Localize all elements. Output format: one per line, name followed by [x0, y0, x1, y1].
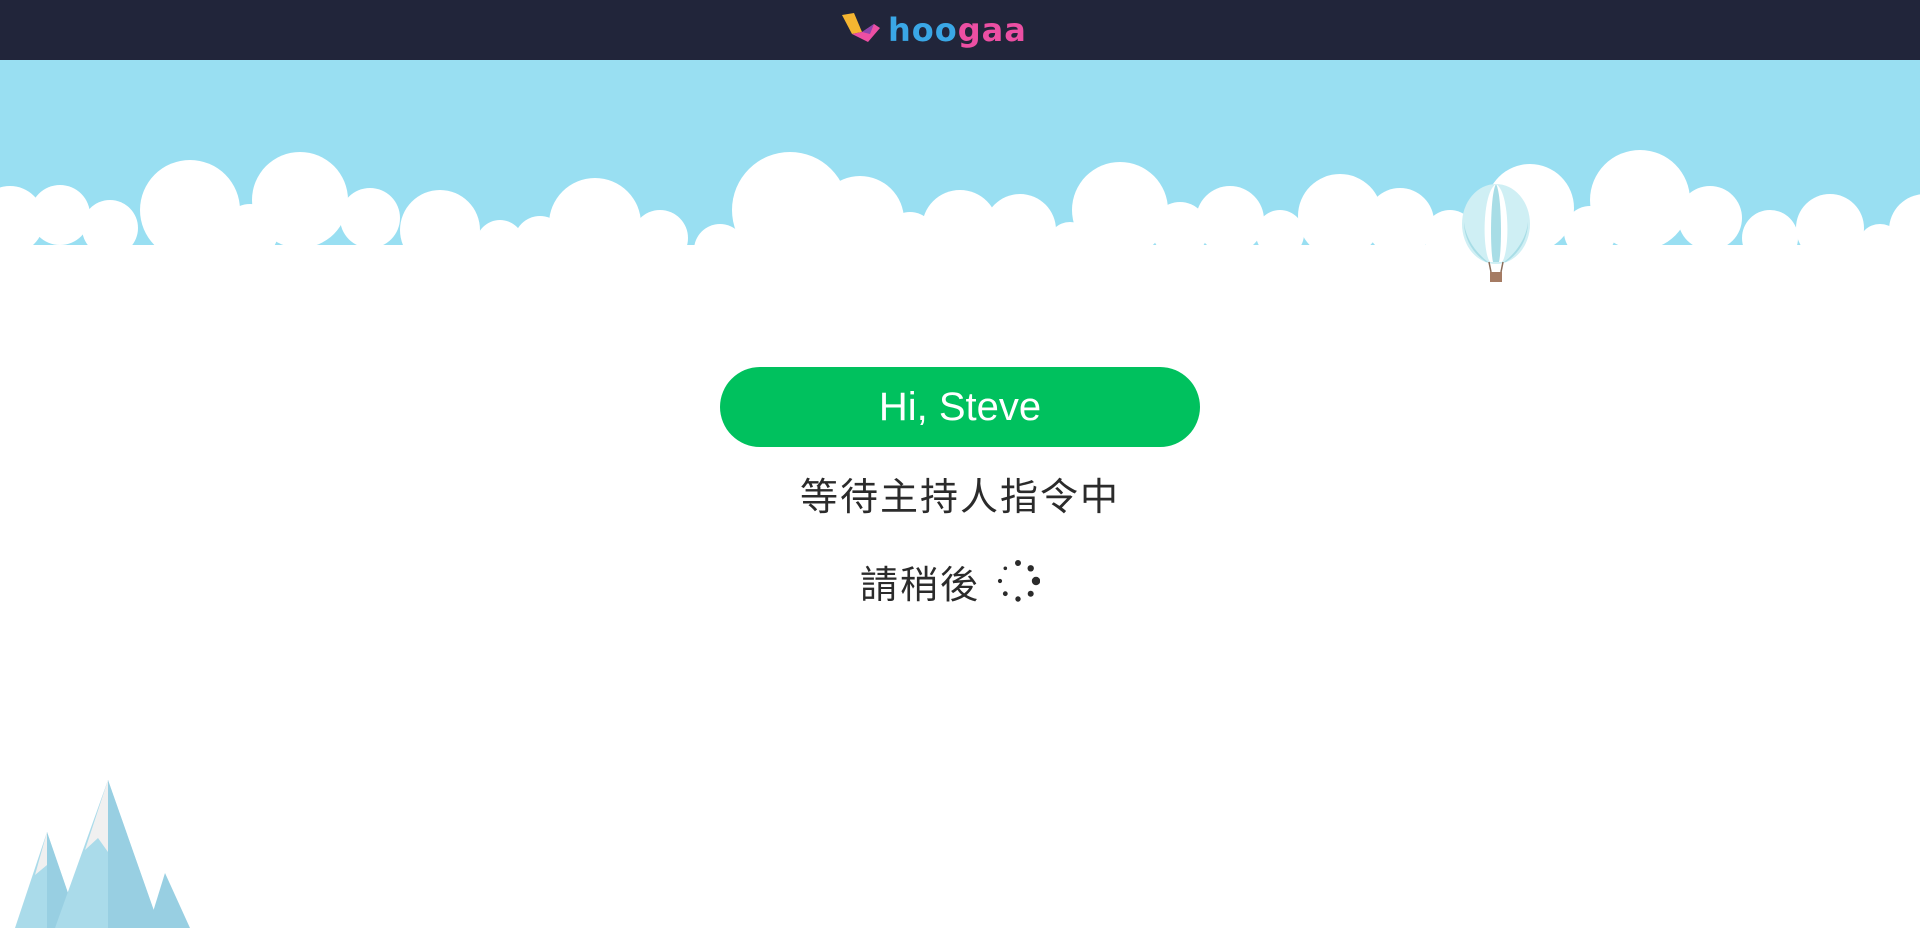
logo-text-part-1: hoo [888, 11, 958, 49]
status-message: 等待主持人指令中 [799, 475, 1120, 519]
logo-text-part-2: gaa [957, 11, 1027, 49]
clouds-icon [0, 60, 1920, 300]
bird-logo-icon [842, 13, 880, 42]
top-bar: hoogaa [0, 0, 1920, 60]
logo-wordmark: hoogaa [888, 14, 1027, 46]
loading-spinner-icon [997, 560, 1041, 602]
hot-air-balloon-icon [1462, 184, 1530, 282]
please-wait-row: 請稍後 [860, 553, 1041, 609]
logo[interactable]: hoogaa [840, 8, 1027, 52]
mountains-icon [15, 780, 190, 928]
greeting-banner: Hi, Steve [720, 367, 1200, 447]
sky-banner [0, 60, 1920, 300]
please-wait-label: 請稍後 [860, 562, 981, 607]
